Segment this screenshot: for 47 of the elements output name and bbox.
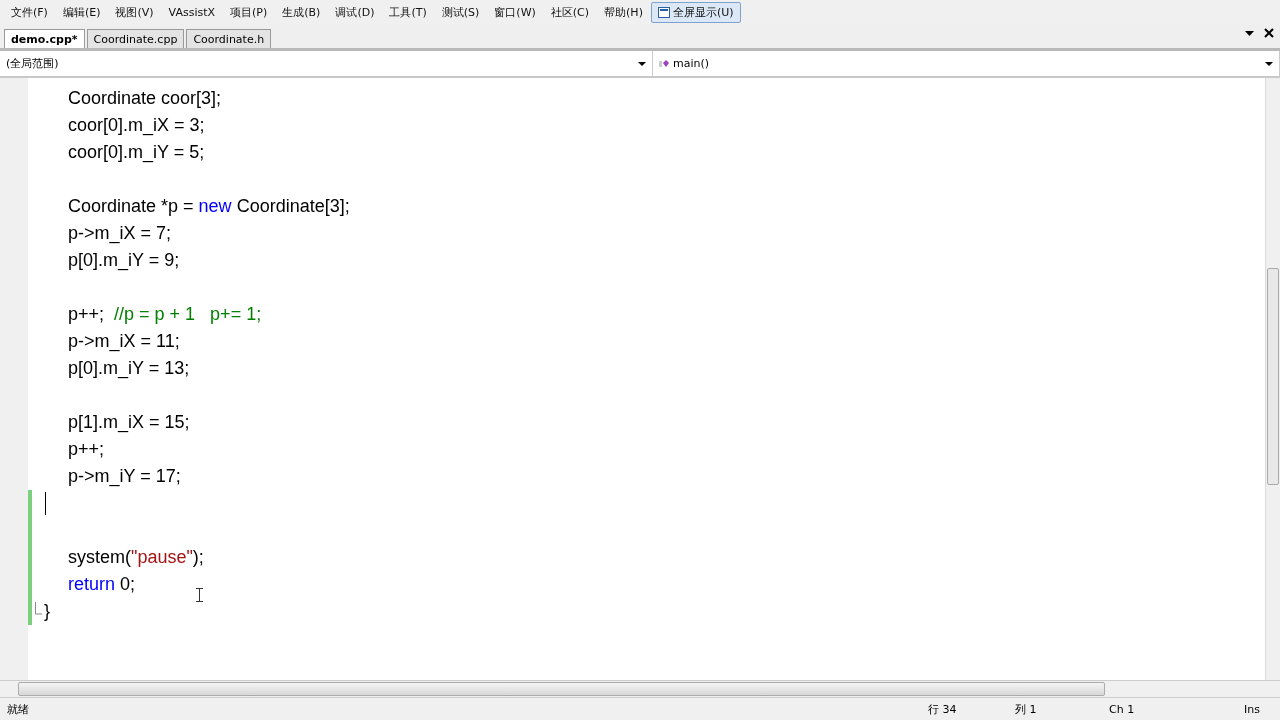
insert-mode: Ins [1244,702,1260,716]
code-line: coor[0].m_iX = 3; [68,115,205,136]
menu-item[interactable]: 工具(T) [382,1,434,23]
status-message: 就绪 [6,701,30,717]
menu-item[interactable]: VAssistX [161,2,223,22]
code-line: system("pause"); [68,547,204,568]
dropdown-icon[interactable] [1245,30,1254,36]
menu-item[interactable]: 帮助(H) [597,1,650,23]
menu-item[interactable]: 项目(P) [223,1,275,23]
menu-item[interactable]: 窗口(W) [487,1,543,23]
code-line: p[1].m_iX = 15; [68,412,190,433]
line-number: 行 34 [928,701,958,717]
close-icon[interactable] [1264,28,1274,38]
char-number: Ch 1 [1109,702,1136,716]
code-line: coor[0].m_iY = 5; [68,142,205,163]
dropdown-arrow-icon [638,61,646,66]
menu-item[interactable]: 调试(D) [328,1,382,23]
code-line: Coordinate *p = new Coordinate[3]; [68,196,350,217]
menu-item[interactable]: 全屏显示(U) [650,1,741,23]
menu-item[interactable]: 编辑(E) [55,1,108,23]
code-line: return 0; [68,574,136,595]
file-tab[interactable]: demo.cpp* [4,29,85,48]
column-number: 列 1 [1015,701,1038,717]
vertical-scrollbar[interactable] [1265,78,1280,680]
text-cursor-icon [196,588,203,602]
dropdown-arrow-icon [1265,61,1273,66]
menu-item[interactable]: 文件(F) [4,1,55,23]
code-line: Coordinate coor[3]; [68,88,222,109]
scope-dropdown[interactable]: (全局范围) [0,51,653,76]
code-line: p[0].m_iY = 13; [68,358,190,379]
file-tab[interactable]: Coordinate.h [186,29,272,48]
file-tab[interactable]: Coordinate.cpp [86,29,185,48]
code-line: p++; [68,439,105,460]
function-dropdown[interactable]: main() [653,51,1280,76]
code-line: p++; //p = p + 1 p+= 1; [68,304,262,325]
window-icon [657,6,670,18]
code-line: p->m_iY = 17; [68,466,181,487]
code-line: p[0].m_iY = 9; [68,250,180,271]
code-line: p->m_iX = 7; [68,223,172,244]
menu-item[interactable]: 生成(B) [275,1,328,23]
function-icon [659,58,671,69]
menu-item[interactable]: 社区(C) [543,1,597,23]
code-line: p->m_iX = 11; [68,331,180,352]
horizontal-scrollbar[interactable] [0,680,1280,697]
menu-item[interactable]: 视图(V) [108,1,161,23]
code-line: } [44,601,50,622]
menu-item[interactable]: 测试(S) [434,1,487,23]
